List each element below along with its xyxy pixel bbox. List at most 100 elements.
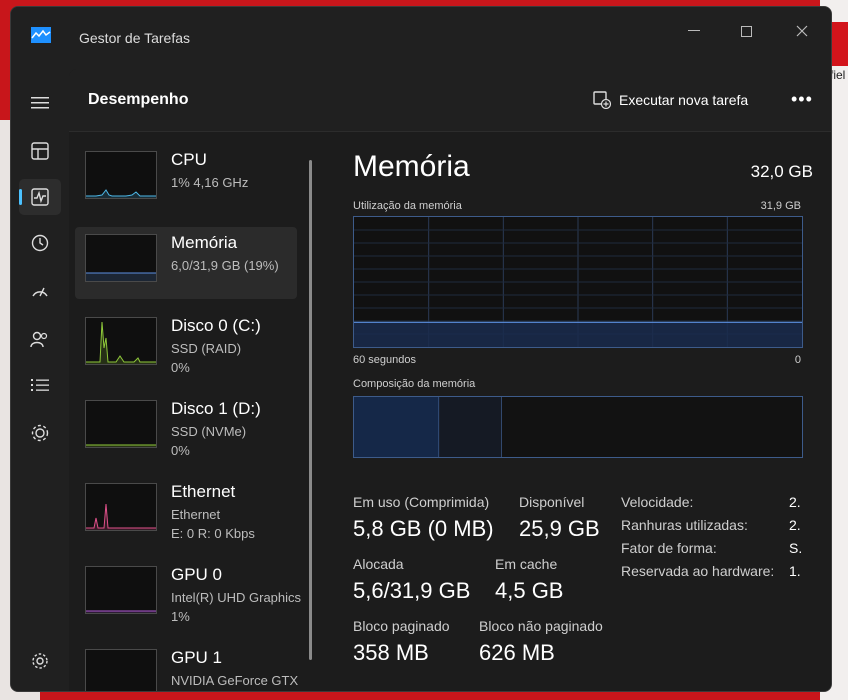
device-detail-line1: 6,0/31,9 GB (19%) xyxy=(171,258,279,273)
task-manager-window: Gestor de Tarefas Desempenho Executar no… xyxy=(10,6,832,692)
speed-value: 2. xyxy=(789,494,801,510)
background-text-fragment: fiel xyxy=(830,68,846,82)
device-detail-line1: NVIDIA GeForce GTX xyxy=(171,673,299,688)
hamburger-menu-button[interactable] xyxy=(19,85,61,121)
nonpaged-pool-value: 626 MB xyxy=(479,640,555,665)
device-detail-line1: 1% 4,16 GHz xyxy=(171,175,249,190)
cached-label: Em cache xyxy=(495,556,558,572)
nav-details[interactable] xyxy=(19,367,61,403)
usage-graph-svg xyxy=(354,217,802,347)
device-detail-line2: 0% xyxy=(171,443,190,458)
device-detail-line1: SSD (NVMe) xyxy=(171,424,247,439)
device-sparkline xyxy=(86,444,156,447)
speed-label: Velocidade: xyxy=(621,494,694,510)
services-icon xyxy=(31,424,49,442)
nav-app-history[interactable] xyxy=(19,225,61,261)
nonpaged-pool-label: Bloco não paginado xyxy=(479,618,603,634)
in-use-value: 5,8 GB (0 MB) xyxy=(353,516,494,541)
main-content: Desempenho Executar nova tarefa ••• CPU 1… xyxy=(69,69,831,691)
hardware-reserved-value: 1. xyxy=(789,563,801,579)
task-manager-logo-icon xyxy=(31,27,51,43)
device-sparkline-fill xyxy=(86,273,156,281)
nav-services[interactable] xyxy=(19,415,61,451)
paged-pool-value: 358 MB xyxy=(353,640,429,665)
device-item-mem-ria[interactable]: Memória 6,0/31,9 GB (19%) xyxy=(75,227,297,299)
device-sparkline xyxy=(86,650,156,691)
device-thumbnail xyxy=(85,566,157,614)
device-sparkline-line xyxy=(86,189,156,197)
device-item-disco-0-c[interactable]: Disco 0 (C:) SSD (RAID) 0% xyxy=(75,310,297,382)
device-sparkline xyxy=(86,610,156,613)
device-list-scrollbar[interactable] xyxy=(309,160,312,660)
nav-performance[interactable] xyxy=(19,179,61,215)
slots-used-value: 2. xyxy=(789,517,801,533)
time-axis-start: 60 segundos xyxy=(353,354,416,366)
available-value: 25,9 GB xyxy=(519,516,600,541)
minimize-button[interactable] xyxy=(671,15,717,47)
gear-icon xyxy=(32,653,48,669)
device-sparkline xyxy=(86,189,156,198)
details-icon xyxy=(31,379,49,391)
device-name: Memória xyxy=(171,233,238,252)
run-new-task-label: Executar nova tarefa xyxy=(619,92,749,108)
device-thumbnail xyxy=(85,151,157,199)
device-item-gpu-1[interactable]: GPU 1NVIDIA GeForce GTX0% (36° C) xyxy=(75,642,298,691)
device-item-gpu-0[interactable]: GPU 0 Intel(R) UHD Graphics 1% xyxy=(75,559,301,631)
memory-title: Memória xyxy=(353,150,470,183)
nav-startup-apps[interactable] xyxy=(19,273,61,309)
device-detail-line2: 0% xyxy=(171,360,190,375)
composition-segment xyxy=(354,397,440,457)
usage-max: 31,9 GB xyxy=(760,200,801,212)
close-button[interactable] xyxy=(779,15,825,47)
device-name: Disco 0 (C:) xyxy=(171,316,261,335)
app-title: Gestor de Tarefas xyxy=(79,30,191,46)
device-name: CPU xyxy=(171,150,207,169)
hardware-reserved-label: Reservada ao hardware: xyxy=(621,563,775,579)
maximize-button[interactable] xyxy=(723,15,769,47)
memory-composition-bar xyxy=(353,396,803,458)
device-sparkline xyxy=(86,503,156,530)
more-options-button[interactable]: ••• xyxy=(791,89,813,110)
settings-button[interactable] xyxy=(19,643,61,679)
device-name: Disco 1 (D:) xyxy=(171,399,261,418)
device-item-cpu[interactable]: CPU 1% 4,16 GHz xyxy=(75,144,297,216)
composition-svg xyxy=(354,397,802,457)
title-bar[interactable]: Gestor de Tarefas xyxy=(11,7,831,69)
memory-total: 32,0 GB xyxy=(750,162,813,181)
committed-label: Alocada xyxy=(353,556,404,572)
composition-segment xyxy=(439,397,502,457)
nav-processes[interactable] xyxy=(19,133,61,169)
form-factor-label: Fator de forma: xyxy=(621,540,717,556)
device-sparkline xyxy=(86,272,156,281)
device-item-disco-1-d[interactable]: Disco 1 (D:) SSD (NVMe) 0% xyxy=(75,393,297,465)
memory-usage-graph xyxy=(353,216,803,348)
hamburger-menu-icon xyxy=(31,97,49,109)
device-name: Ethernet xyxy=(171,482,236,501)
composition-segment xyxy=(501,397,802,457)
device-detail-line1: Ethernet xyxy=(171,507,221,522)
cached-value: 4,5 GB xyxy=(495,578,564,603)
usage-label: Utilização da memória xyxy=(353,200,462,212)
run-new-task-button[interactable]: Executar nova tarefa xyxy=(593,87,748,113)
committed-value: 5,6/31,9 GB xyxy=(353,578,471,603)
device-name: GPU 0 xyxy=(171,565,223,584)
device-thumbnail xyxy=(85,483,157,531)
performance-icon xyxy=(31,188,49,206)
command-bar: Desempenho Executar nova tarefa ••• xyxy=(69,69,831,132)
new-task-icon xyxy=(593,91,611,109)
device-thumbnail xyxy=(85,400,157,448)
device-detail-line2: 1% xyxy=(171,609,190,624)
device-sparkline-fill xyxy=(86,504,156,530)
device-sparkline-line xyxy=(86,321,156,363)
navigation-rail xyxy=(11,69,69,691)
device-list: CPU 1% 4,16 GHz Memória 6,0/31,9 GB (19%) Di… xyxy=(69,132,321,691)
device-sparkline-fill xyxy=(86,190,156,198)
in-use-label: Em uso (Comprimida) xyxy=(353,494,490,510)
device-thumbnail xyxy=(85,317,157,365)
available-label: Disponível xyxy=(519,494,585,510)
nav-users[interactable] xyxy=(19,321,61,357)
composition-label: Composição da memória xyxy=(353,378,476,390)
time-axis-end: 0 xyxy=(794,354,801,366)
device-item-ethernet[interactable]: Ethernet Ethernet E: 0 R: 0 Kbps xyxy=(75,476,297,548)
slots-used-label: Ranhuras utilizadas: xyxy=(621,517,748,533)
